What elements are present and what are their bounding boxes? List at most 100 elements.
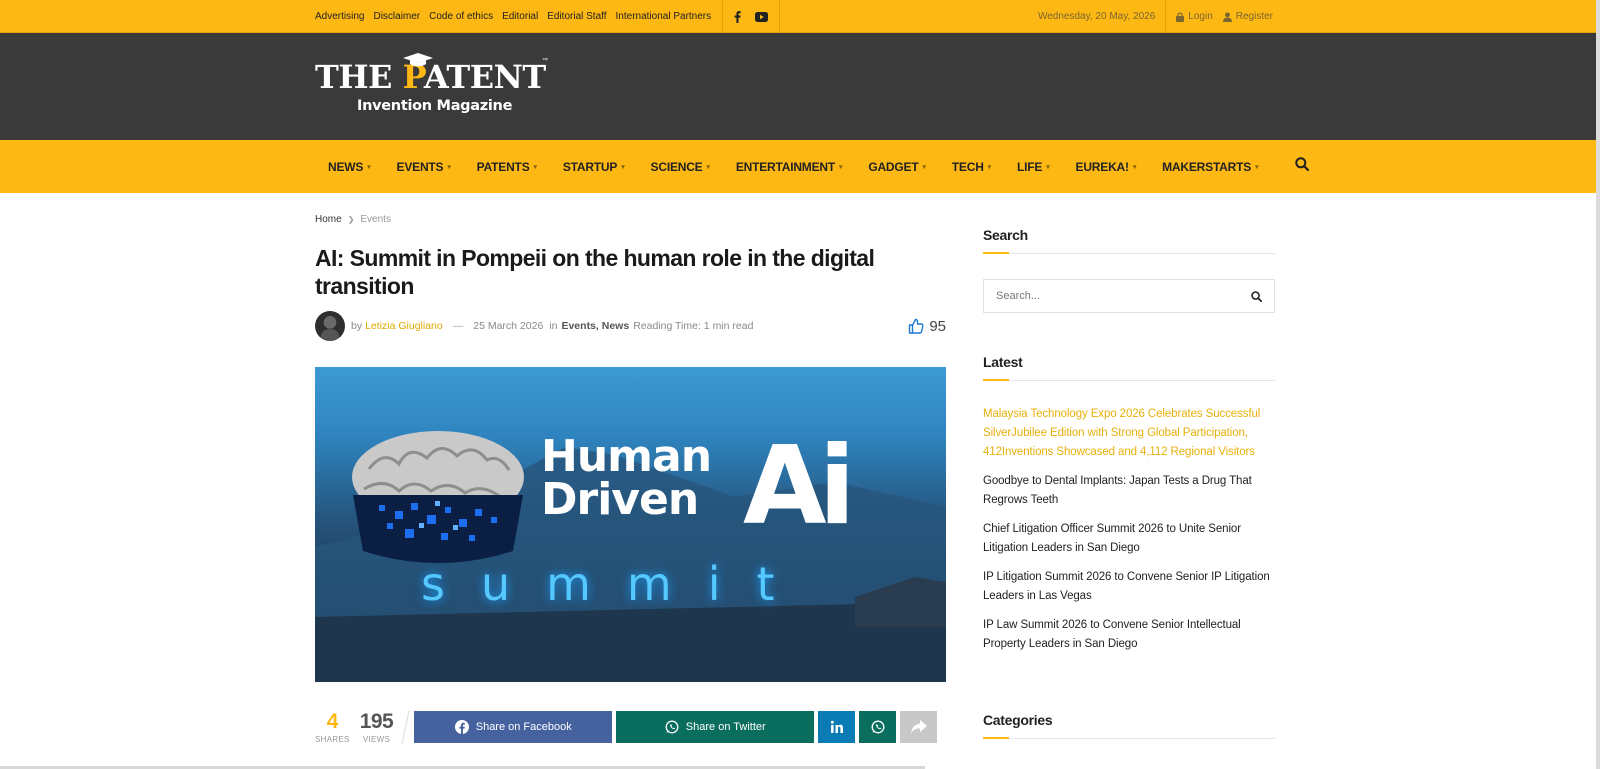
search-icon[interactable] — [1295, 157, 1310, 176]
nav-item-news[interactable]: NEWS ▾ — [315, 160, 384, 174]
nav-label: EUREKA! — [1075, 159, 1129, 174]
latest-widget: Latest Malaysia Technology Expo 2026 Cel… — [983, 354, 1275, 664]
share-facebook-label: Share on Facebook — [475, 721, 572, 733]
login-link[interactable]: Login — [1176, 11, 1213, 22]
hero-ai-mark: Ai — [743, 424, 856, 549]
facebook-icon — [454, 720, 469, 734]
views-stat: 195 VIEWS — [360, 710, 394, 744]
chevron-down-icon: ▾ — [922, 163, 926, 171]
nav-item-makerstarts[interactable]: MAKERSTARTS ▾ — [1149, 160, 1271, 174]
sidebar-search-input[interactable] — [996, 290, 1251, 302]
like-count: 95 — [929, 317, 946, 335]
author-avatar[interactable] — [315, 311, 345, 341]
category-link-events[interactable]: Events — [561, 320, 595, 332]
search-widget: Search — [983, 227, 1275, 313]
meta-dash: — — [452, 320, 464, 332]
facebook-icon[interactable] — [734, 10, 741, 23]
register-label: Register — [1235, 11, 1273, 22]
nav-item-eureka[interactable]: EUREKA! ▾ — [1063, 160, 1150, 174]
top-link-international-partners[interactable]: International Partners — [616, 11, 712, 22]
chevron-down-icon: ▾ — [447, 163, 451, 171]
latest-item[interactable]: Malaysia Technology Expo 2026 Celebrates… — [983, 405, 1275, 462]
nav-item-events[interactable]: EVENTS ▾ — [384, 160, 464, 174]
shares-label: SHARES — [315, 734, 350, 744]
nav-label: TECH — [951, 159, 984, 174]
category-prefix: in — [549, 320, 558, 332]
search-widget-title: Search — [983, 227, 1275, 254]
vertical-scrollbar[interactable] — [1596, 0, 1600, 769]
linkedin-icon — [830, 720, 843, 733]
whatsapp-icon — [871, 720, 885, 734]
hero-line-1: Human — [541, 431, 712, 482]
site-logo[interactable]: THE PATENT ™ Invention Magazine — [315, 53, 548, 123]
chevron-down-icon: ▾ — [533, 163, 538, 171]
like-button[interactable]: 95 — [908, 318, 946, 335]
nav-item-tech[interactable]: TECH ▾ — [939, 160, 1004, 174]
chevron-right-icon: ❯ — [347, 215, 355, 224]
latest-item[interactable]: IP Litigation Summit 2026 to Convene Sen… — [983, 568, 1275, 606]
share-whatsapp-button[interactable] — [859, 711, 897, 743]
brain-illustration — [352, 431, 524, 563]
whatsapp-icon — [665, 720, 679, 734]
nav-label: MAKERSTARTS — [1162, 159, 1252, 174]
categories-widget: Categories — [983, 712, 1275, 739]
reading-time: Reading Time: 1 min read — [633, 320, 754, 332]
shares-count: 4 — [326, 709, 339, 733]
latest-item[interactable]: Chief Litigation Officer Summit 2026 to … — [983, 520, 1275, 558]
chevron-down-icon: ▾ — [706, 163, 711, 171]
publish-date: 25 March 2026 — [473, 320, 544, 332]
author-link[interactable]: Letizia Giugliano — [365, 320, 443, 332]
nav-label: ENTERTAINMENT — [735, 159, 835, 174]
main-nav: NEWS ▾ EVENTS ▾ PATENTS ▾ STARTUP ▾ SCIENCE ▾… — [0, 140, 1596, 193]
current-date: Wednesday, 20 May, 2026 — [1038, 0, 1167, 33]
share-twitter-button[interactable]: Share on Twitter — [616, 711, 815, 743]
lock-icon — [1176, 11, 1185, 22]
latest-item[interactable]: Goodbye to Dental Implants: Japan Tests … — [983, 472, 1275, 510]
user-icon — [1222, 11, 1232, 22]
top-link-editorial[interactable]: Editorial — [502, 11, 538, 22]
nav-label: STARTUP — [562, 159, 618, 174]
share-divider — [401, 710, 410, 744]
register-link[interactable]: Register — [1222, 11, 1273, 22]
share-facebook-button[interactable]: Share on Facebook — [414, 711, 613, 743]
nav-item-entertainment[interactable]: ENTERTAINMENT ▾ — [723, 160, 856, 174]
youtube-icon[interactable] — [755, 11, 769, 22]
sidebar-search-box — [983, 279, 1275, 313]
hero-headline: Human Driven — [541, 431, 712, 522]
nav-item-patents[interactable]: PATENTS ▾ — [464, 160, 550, 174]
article-meta: by Letizia Giugliano — 25 March 2026 in … — [315, 311, 946, 341]
breadcrumb-current[interactable]: Events — [360, 214, 391, 225]
chevron-down-icon: ▾ — [987, 163, 992, 171]
chevron-down-icon: ▾ — [367, 163, 371, 171]
nav-item-startup[interactable]: STARTUP ▾ — [550, 160, 638, 174]
chevron-down-icon: ▾ — [1046, 163, 1050, 171]
logo-text-left: THE — [315, 58, 403, 96]
category-link-news[interactable]: News — [602, 320, 629, 332]
logo-text-right: ATENT — [423, 58, 546, 96]
top-link-disclaimer[interactable]: Disclaimer — [373, 11, 420, 22]
top-link-editorial-staff[interactable]: Editorial Staff — [547, 11, 606, 22]
logo-subtitle: Invention Magazine — [357, 98, 513, 114]
share-more-button[interactable] — [900, 711, 938, 743]
share-arrow-icon — [910, 720, 927, 734]
top-link-code-of-ethics[interactable]: Code of ethics — [429, 11, 493, 22]
latest-widget-title: Latest — [983, 354, 1275, 381]
logo-trademark: ™ — [542, 58, 548, 64]
share-twitter-label: Share on Twitter — [685, 721, 766, 733]
share-linkedin-button[interactable] — [818, 711, 856, 743]
latest-item[interactable]: IP Law Summit 2026 to Convene Senior Int… — [983, 616, 1275, 654]
nav-item-life[interactable]: LIFE ▾ — [1004, 160, 1063, 174]
top-link-advertising[interactable]: Advertising — [315, 11, 364, 22]
shares-stat: 4 SHARES — [315, 709, 350, 744]
graduation-cap-icon — [403, 53, 433, 67]
social-links — [722, 0, 781, 33]
chevron-down-icon: ▾ — [621, 163, 625, 171]
nav-label: LIFE — [1017, 159, 1043, 174]
nav-label: PATENTS — [476, 159, 530, 174]
nav-item-gadget[interactable]: GADGET ▾ — [855, 160, 938, 174]
featured-image[interactable]: Human Driven Ai summit — [315, 367, 946, 682]
search-icon[interactable] — [1251, 290, 1262, 302]
hero-summit-text: summit — [421, 557, 811, 611]
breadcrumb-home[interactable]: Home — [315, 214, 342, 225]
nav-item-science[interactable]: SCIENCE ▾ — [638, 160, 723, 174]
